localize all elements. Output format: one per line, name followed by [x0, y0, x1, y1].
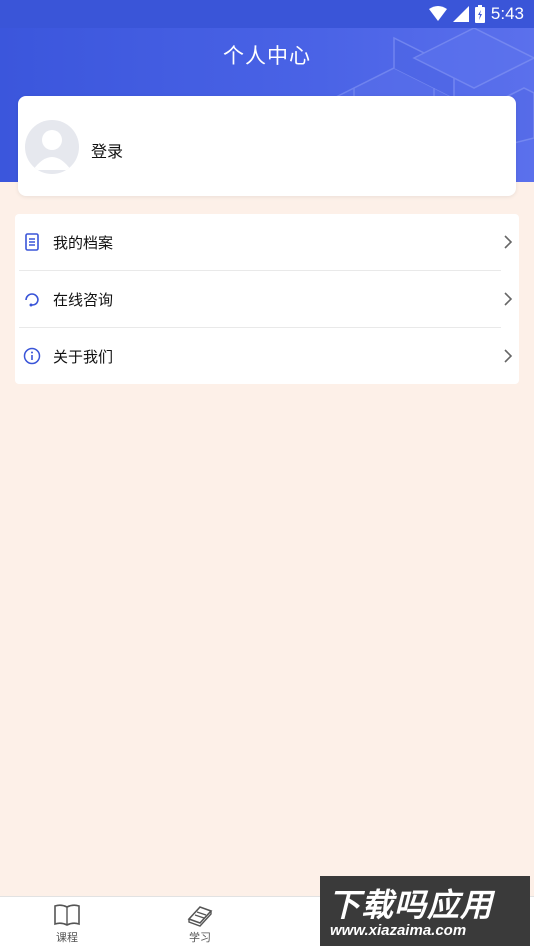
login-button[interactable]: 登录 [91, 138, 123, 162]
nav-label: 课程 [56, 931, 78, 944]
study-book-icon [187, 906, 213, 927]
document-icon [25, 233, 39, 251]
menu-label: 关于我们 [53, 348, 114, 366]
nav-item-courses[interactable]: 课程 [27, 897, 107, 951]
info-icon [23, 347, 41, 365]
menu-item-my-profile[interactable]: 我的档案 [19, 214, 513, 270]
chevron-right-icon [504, 235, 513, 249]
avatar[interactable] [25, 120, 79, 174]
menu-item-about-us[interactable]: 关于我们 [19, 327, 513, 384]
site-watermark: 下载吗应用 www.xiazaima.com [320, 876, 530, 946]
book-icon [54, 904, 80, 926]
watermark-title: 下载吗应用 [328, 886, 494, 924]
menu-label: 我的档案 [53, 234, 114, 252]
wifi-icon [428, 6, 447, 21]
signal-icon [452, 6, 469, 22]
menu-list: 我的档案 在线咨询 关于我们 [15, 214, 519, 384]
status-icons: 5:43 [428, 4, 524, 24]
nav-label: 学习 [189, 931, 211, 944]
chevron-right-icon [504, 292, 513, 306]
chevron-right-icon [504, 349, 513, 363]
page-title: 个人中心 [223, 44, 311, 68]
nav-item-study[interactable]: 学习 [160, 897, 240, 951]
watermark-url: www.xiazaima.com [330, 922, 467, 939]
battery-icon [474, 5, 485, 23]
user-placeholder-icon [33, 130, 71, 170]
menu-item-online-consult[interactable]: 在线咨询 [19, 270, 513, 327]
headset-icon [25, 293, 39, 307]
menu-label: 在线咨询 [53, 291, 114, 309]
status-bar: 5:43 [0, 0, 534, 28]
profile-card[interactable]: 登录 [18, 96, 516, 196]
status-time: 5:43 [490, 4, 524, 23]
